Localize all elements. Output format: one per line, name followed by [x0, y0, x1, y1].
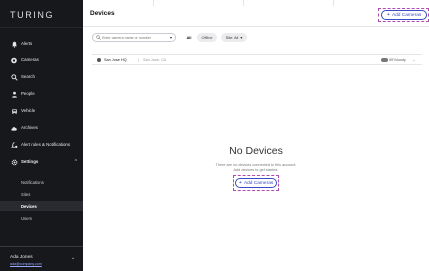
sidebar-item-cameras[interactable]: Cameras	[0, 53, 83, 67]
empty-state-subtext: Add devices to get started.	[233, 168, 279, 172]
sidebar-subitem-label: Users	[21, 216, 32, 221]
sidebar-item-search[interactable]: Search	[0, 70, 83, 84]
site-filter-label: Site: All	[225, 35, 239, 40]
sidebar-subitem-notifications[interactable]: Notifications	[0, 177, 83, 187]
sidebar-item-people[interactable]: People	[0, 87, 83, 101]
dropdown-icon[interactable]: ▾	[170, 35, 172, 40]
sidebar-item-label: Alert rules & Notifications	[21, 142, 71, 147]
add-cameras-button-empty[interactable]: + Add Cameras	[235, 178, 277, 188]
cloud-icon	[381, 58, 388, 62]
chevron-down-icon[interactable]: ⌄	[412, 57, 416, 63]
sidebar-subitem-label: Sites	[21, 192, 31, 197]
plus-icon: +	[386, 12, 390, 18]
page-header: Devices + Add Cameras	[83, 0, 429, 27]
sidebar-item-label: Alerts	[21, 41, 33, 46]
sidebar-item-label: Search	[21, 74, 35, 79]
sidebar-item-settings[interactable]: Settings ^	[0, 155, 83, 169]
filter-offline[interactable]: Offline	[197, 33, 217, 42]
add-cameras-label: Add Cameras	[243, 180, 274, 186]
rules-icon	[10, 141, 18, 149]
sidebar-divider	[0, 246, 83, 247]
gear-icon	[10, 158, 18, 166]
weather-text: 59°/cloudy	[389, 58, 406, 62]
app-logo: TURING	[10, 10, 55, 20]
site-name: San Jose HQ	[104, 58, 127, 62]
sidebar-item-label: Cameras	[21, 57, 39, 62]
sidebar-item-label: People	[21, 91, 35, 96]
chevron-down-icon[interactable]: ⌄	[71, 255, 75, 261]
user-email[interactable]: ada@company.com	[10, 262, 42, 266]
site-row[interactable]: San Jose HQ | San Jose, CA 59°/cloudy ⌄	[92, 54, 422, 65]
search-icon	[96, 35, 101, 41]
sidebar-item-label: Archives	[21, 125, 38, 130]
user-name[interactable]: Ada Jones	[10, 255, 33, 260]
sidebar-item-label: Settings	[21, 159, 39, 164]
empty-state-text: There are no devices connected to this a…	[215, 163, 297, 167]
search-input[interactable]	[102, 35, 164, 41]
search-input-wrapper[interactable]: ▾	[92, 33, 176, 42]
car-icon	[10, 107, 18, 115]
main-content: Devices + Add Cameras ▾ All Offline Site…	[83, 0, 429, 271]
bell-icon	[10, 40, 18, 48]
site-filter-dropdown[interactable]: Site: All ▾	[221, 33, 247, 42]
separator: |	[138, 58, 139, 62]
plus-icon: +	[238, 180, 242, 186]
location-pin-icon	[97, 58, 101, 62]
filter-all[interactable]: All	[183, 33, 195, 42]
camera-icon	[10, 56, 18, 64]
sidebar: TURING Alerts Cameras Search People Vehi…	[0, 0, 83, 271]
sidebar-subitem-label: Notifications	[21, 180, 44, 185]
sidebar-item-vehicle[interactable]: Vehicle	[0, 104, 83, 118]
sidebar-subitem-devices[interactable]: Devices	[0, 201, 83, 211]
site-location: San Jose, CA	[143, 58, 167, 62]
sidebar-divider	[0, 27, 83, 28]
search-icon	[10, 73, 18, 81]
sidebar-subitem-label: Devices	[21, 204, 37, 209]
chevron-down-icon: ▾	[240, 35, 243, 40]
sidebar-subitem-users[interactable]: Users	[0, 213, 83, 223]
sidebar-item-archives[interactable]: Archives	[0, 121, 83, 135]
sidebar-item-label: Vehicle	[21, 108, 36, 113]
add-cameras-label: Add Cameras	[391, 12, 422, 18]
cloud-icon	[10, 124, 18, 132]
person-icon	[10, 90, 18, 98]
add-cameras-button[interactable]: + Add Cameras	[381, 10, 427, 20]
sidebar-item-alert-rules[interactable]: Alert rules & Notifications	[0, 138, 83, 152]
chevron-up-icon[interactable]: ^	[75, 159, 77, 165]
sidebar-subitem-sites[interactable]: Sites	[0, 189, 83, 199]
empty-state-title: No Devices	[229, 145, 283, 157]
page-title: Devices	[90, 10, 115, 17]
sidebar-item-alerts[interactable]: Alerts	[0, 37, 83, 51]
